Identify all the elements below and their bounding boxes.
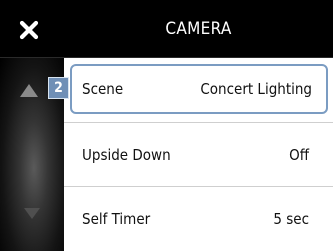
close-button[interactable] xyxy=(12,13,46,47)
setting-label: Self Timer xyxy=(82,210,151,228)
setting-value: Concert Lighting xyxy=(200,80,312,98)
selection-number-badge: 2 xyxy=(48,77,69,99)
setting-value: 5 sec xyxy=(273,210,309,228)
setting-value: Off xyxy=(289,145,309,164)
setting-row-scene[interactable]: Scene Concert Lighting xyxy=(70,64,328,114)
settings-list: Scene Concert Lighting Upside Down Off S… xyxy=(64,58,333,251)
setting-row-self-timer[interactable]: Self Timer 5 sec xyxy=(64,186,333,251)
menu-title: CAMERA xyxy=(165,19,232,39)
setting-label: Scene xyxy=(82,80,124,98)
setting-label: Upside Down xyxy=(82,145,171,164)
top-bar: CAMERA xyxy=(0,0,333,58)
close-icon xyxy=(19,20,39,40)
setting-row-upside-down[interactable]: Upside Down Off xyxy=(64,122,333,186)
scroll-up-icon[interactable] xyxy=(20,84,38,97)
scroll-down-icon[interactable] xyxy=(24,208,40,219)
